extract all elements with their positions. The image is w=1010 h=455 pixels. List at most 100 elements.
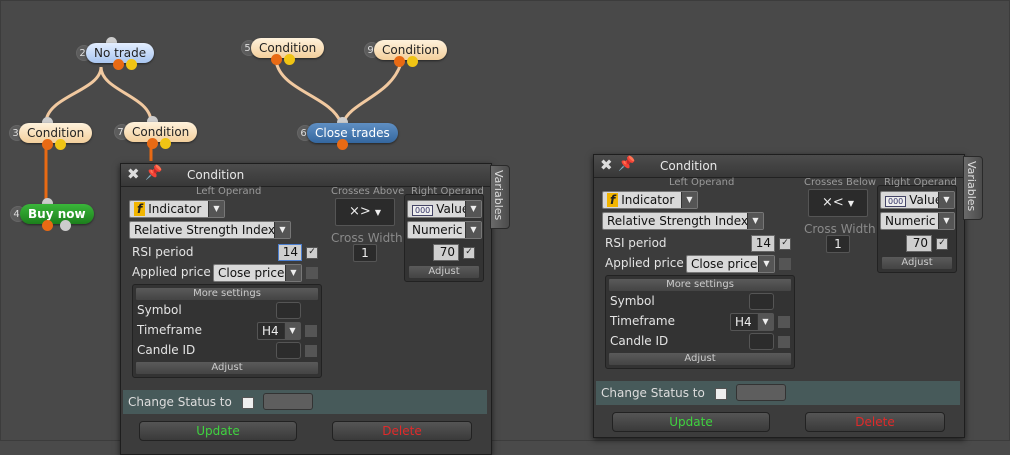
output-port[interactable] [394, 56, 405, 67]
output-port[interactable] [60, 220, 71, 231]
rsi-period-checkbox[interactable]: ✓ [779, 238, 791, 250]
output-port[interactable] [42, 139, 53, 150]
output-port[interactable] [55, 139, 66, 150]
right-kind-value: Numeric [885, 214, 936, 228]
right-value-input[interactable]: 70 [906, 235, 932, 252]
close-icon[interactable]: ✖ [127, 165, 140, 183]
more-settings-header[interactable]: More settings [608, 278, 792, 292]
symbol-input[interactable] [276, 302, 301, 319]
right-value-input[interactable]: 70 [433, 244, 459, 261]
timeframe-select[interactable]: H4 ▼ [730, 313, 774, 331]
output-port[interactable] [42, 220, 53, 231]
more-settings-header[interactable]: More settings [135, 287, 319, 301]
indicator-select[interactable]: Relative Strength Index ▼ [129, 221, 291, 239]
dialog-titlebar[interactable]: ✖ 📌 Condition [594, 155, 964, 178]
applied-price-label: Applied price [132, 265, 211, 279]
dialog-titlebar[interactable]: ✖ 📌 Condition [121, 164, 491, 187]
left-type-select[interactable]: f Indicator ▼ [129, 200, 225, 218]
candle-id-label: Candle ID [137, 343, 196, 357]
right-operand-header: Right Operand [884, 177, 957, 188]
rsi-period-checkbox[interactable]: ✓ [306, 247, 318, 259]
variables-tab-1[interactable]: Variables [490, 165, 510, 229]
more-settings-panel: More settings Symbol Timeframe H4 ▼ Cand… [605, 275, 795, 369]
chevron-down-icon: ▼ [465, 201, 481, 217]
rsi-period-input[interactable]: 14 [278, 244, 302, 261]
status-color-swatch[interactable] [736, 384, 786, 401]
timeframe-checkbox[interactable] [305, 325, 317, 337]
change-status-row: Change Status to [596, 381, 960, 405]
output-port[interactable] [284, 54, 295, 65]
timeframe-checkbox[interactable] [778, 316, 790, 328]
right-type-select[interactable]: 000 Value ▼ [407, 200, 482, 218]
applied-price-checkbox[interactable] [779, 258, 791, 270]
candle-id-input[interactable] [276, 342, 301, 359]
left-type-value: Indicator [148, 202, 202, 216]
update-button[interactable]: Update [612, 412, 770, 432]
symbol-input[interactable] [749, 293, 774, 310]
pin-icon[interactable]: 📌 [618, 156, 635, 172]
applied-price-select[interactable]: Close price ▼ [686, 255, 775, 273]
output-port[interactable] [160, 138, 171, 149]
right-kind-select[interactable]: Numeric ▼ [880, 212, 955, 230]
right-value-checkbox[interactable]: ✓ [936, 238, 948, 250]
delete-button[interactable]: Delete [805, 412, 945, 432]
right-kind-value: Numeric [412, 223, 463, 237]
cross-direction-select[interactable]: ×> ▼ [335, 198, 395, 226]
applied-price-value: Close price [691, 257, 758, 271]
close-icon[interactable]: ✖ [600, 156, 613, 174]
right-kind-select[interactable]: Numeric ▼ [407, 221, 482, 239]
left-operand-header: Left Operand [669, 177, 735, 188]
adjust-left-button[interactable]: Adjust [608, 352, 792, 366]
rsi-period-input[interactable]: 14 [751, 235, 775, 252]
workflow-canvas[interactable]: 2 No trade 5 Condition 9 Condition 3 Con… [0, 0, 1010, 455]
applied-price-select[interactable]: Close price ▼ [213, 264, 302, 282]
chevron-down-icon: ▼ [758, 256, 774, 272]
cross-width-input[interactable]: 1 [826, 235, 850, 253]
output-port[interactable] [126, 59, 137, 70]
cross-width-label: Cross Width [804, 222, 876, 236]
chevron-down-icon: ▼ [681, 192, 697, 208]
output-port[interactable] [113, 59, 124, 70]
right-value-checkbox[interactable]: ✓ [463, 247, 475, 259]
timeframe-select[interactable]: H4 ▼ [257, 322, 301, 340]
indicator-value: Relative Strength Index [607, 214, 748, 228]
indicator-select[interactable]: Relative Strength Index ▼ [602, 212, 764, 230]
candle-id-checkbox[interactable] [778, 336, 790, 348]
candle-id-input[interactable] [749, 333, 774, 350]
adjust-right-button[interactable]: Adjust [408, 265, 480, 279]
output-port[interactable] [271, 54, 282, 65]
delete-button[interactable]: Delete [332, 421, 472, 441]
change-status-checkbox[interactable] [715, 388, 727, 400]
change-status-checkbox[interactable] [242, 397, 254, 409]
adjust-right-button[interactable]: Adjust [881, 256, 953, 270]
timeframe-value: H4 [262, 324, 279, 338]
status-color-swatch[interactable] [263, 393, 313, 410]
rsi-period-label: RSI period [605, 236, 667, 250]
node-close-trades[interactable]: 6 Close trades [297, 117, 398, 150]
pin-icon[interactable]: 📌 [145, 165, 162, 181]
cross-width-input[interactable]: 1 [353, 244, 377, 262]
node-condition-3[interactable]: 3 Condition [9, 117, 94, 150]
variables-tab-2[interactable]: Variables [963, 156, 983, 220]
applied-price-checkbox[interactable] [306, 267, 318, 279]
left-operand-header: Left Operand [196, 186, 262, 197]
output-port[interactable] [147, 138, 158, 149]
chevron-down-icon: ▼ [285, 265, 301, 281]
cross-header: Crosses Above [331, 186, 405, 197]
output-port[interactable] [407, 56, 418, 67]
adjust-left-button[interactable]: Adjust [135, 361, 319, 375]
node-condition-9[interactable]: 9 Condition [364, 40, 448, 67]
node-no-trade[interactable]: 2 No trade [76, 37, 156, 70]
update-button[interactable]: Update [139, 421, 297, 441]
cross-symbol: ×> [348, 204, 371, 219]
node-buy-now[interactable]: 4 Buy now [10, 198, 94, 231]
candle-id-checkbox[interactable] [305, 345, 317, 357]
left-type-select[interactable]: f Indicator ▼ [602, 191, 698, 209]
output-port[interactable] [337, 139, 348, 150]
right-type-select[interactable]: 000 Value ▼ [880, 191, 955, 209]
node-condition-5[interactable]: 5 Condition [241, 38, 325, 65]
dialog-title: Condition [187, 168, 245, 182]
right-operand-header: Right Operand [411, 186, 484, 197]
cross-direction-select[interactable]: ×< ▼ [808, 189, 868, 217]
node-condition-7[interactable]: 7 Condition [114, 116, 199, 149]
